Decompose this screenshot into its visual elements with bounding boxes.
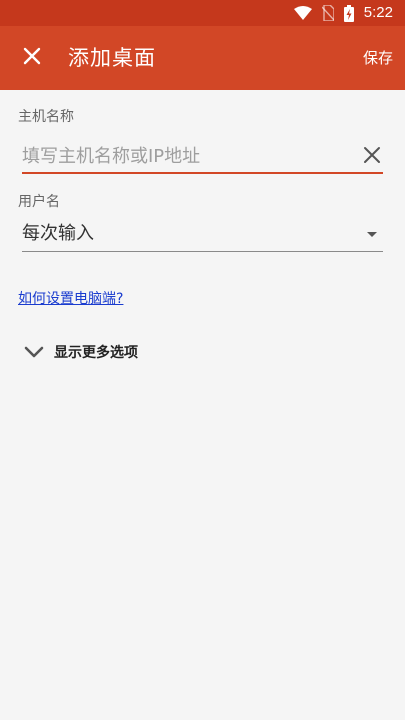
show-more-options-label: 显示更多选项 xyxy=(54,345,138,361)
page-title: 添加桌面 xyxy=(68,46,156,70)
clock: 5:22 xyxy=(363,4,393,21)
no-sim-icon xyxy=(321,5,334,21)
chevron-down-icon xyxy=(24,344,44,363)
wifi-icon xyxy=(293,6,312,20)
save-button[interactable]: 保存 xyxy=(363,48,393,68)
show-more-options-toggle[interactable]: 显示更多选项 xyxy=(24,342,138,364)
setup-help-link[interactable]: 如何设置电脑端? xyxy=(18,289,123,309)
app-bar: 添加桌面 保存 xyxy=(0,26,405,90)
battery-charging-icon xyxy=(343,4,354,22)
close-icon xyxy=(23,47,41,69)
form-content: 主机名称 用户名 每次输入 如何设置电脑端? 显示更多选项 xyxy=(0,90,405,720)
username-selected-value: 每次输入 xyxy=(22,223,94,244)
close-button[interactable] xyxy=(14,40,50,76)
status-icons: 5:22 xyxy=(293,4,393,22)
username-select[interactable]: 每次输入 xyxy=(22,220,383,252)
clear-icon xyxy=(361,147,383,170)
host-name-label: 主机名称 xyxy=(18,109,74,125)
dropdown-arrow-icon xyxy=(367,232,377,237)
host-name-field xyxy=(22,138,383,174)
host-name-input[interactable] xyxy=(22,142,352,170)
status-bar: 5:22 xyxy=(0,0,405,26)
username-label: 用户名 xyxy=(18,194,60,210)
clear-input-button[interactable] xyxy=(361,144,383,166)
